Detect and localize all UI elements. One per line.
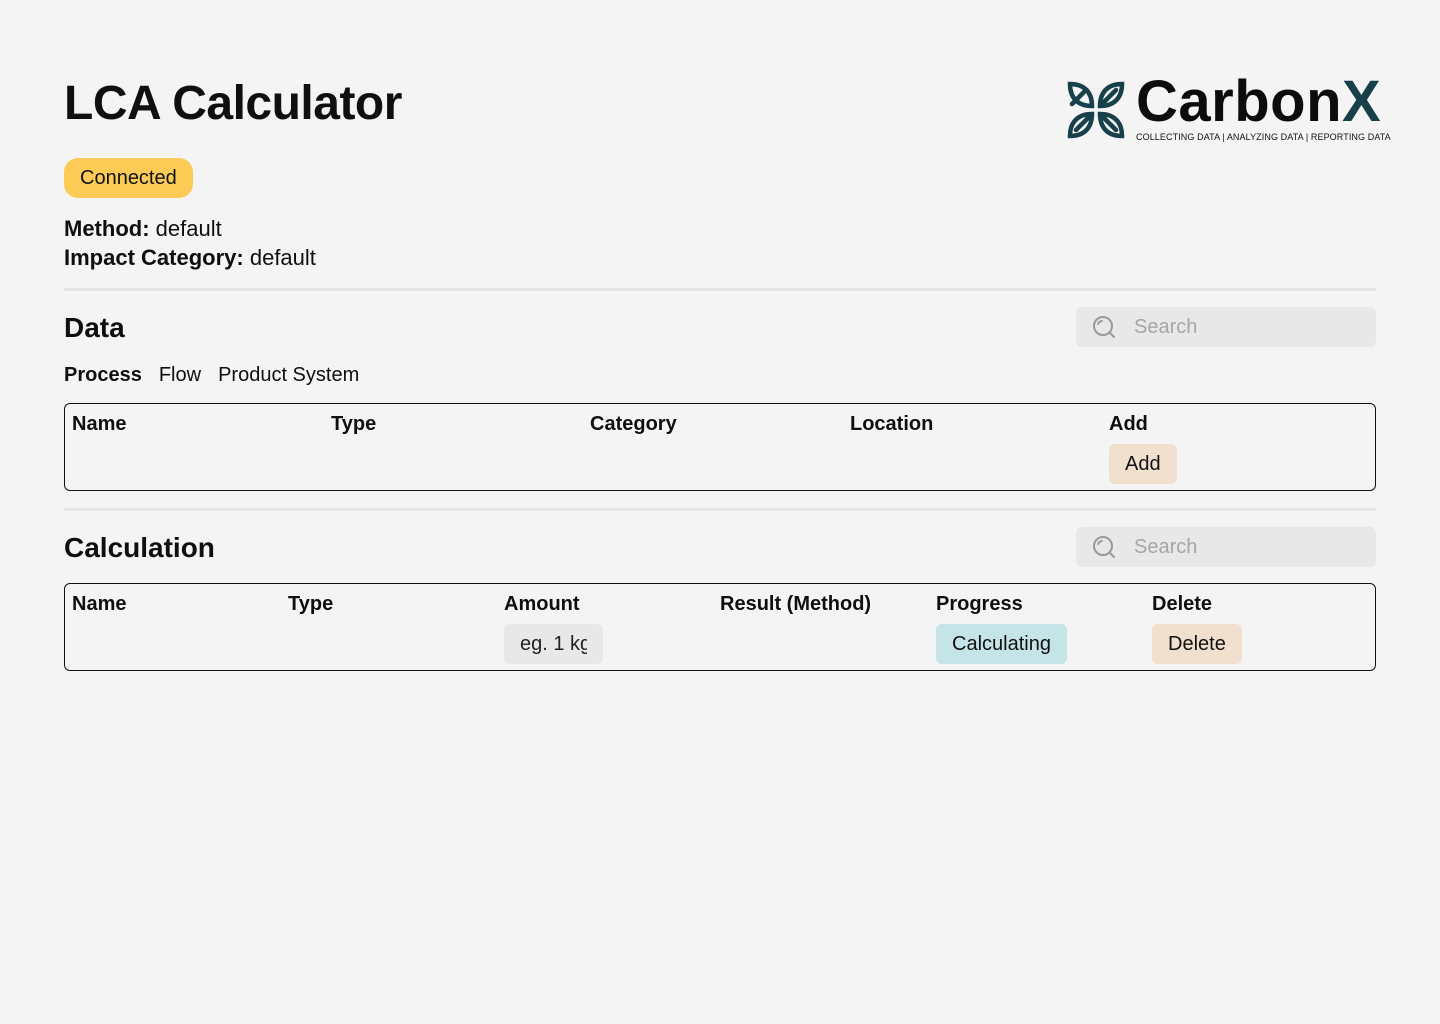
method-label: Method: xyxy=(64,216,150,241)
search-icon xyxy=(1093,536,1115,558)
column-header-delete: Delete xyxy=(1152,593,1213,615)
method-value: default xyxy=(155,216,222,241)
data-search-input[interactable] xyxy=(1132,314,1356,340)
impact-category-label: Impact Category: xyxy=(64,245,244,270)
impact-category-value: default xyxy=(249,245,316,270)
data-section-title: Data xyxy=(64,312,125,343)
add-button[interactable]: Add xyxy=(1109,444,1177,484)
tab-process[interactable]: Process xyxy=(64,363,142,387)
divider xyxy=(64,288,1376,291)
column-header-progress: Progress xyxy=(936,593,1023,615)
column-header-add: Add xyxy=(1109,413,1148,435)
delete-button[interactable]: Delete xyxy=(1152,624,1242,664)
page-title: LCA Calculator xyxy=(64,77,402,130)
method-line: Method: default xyxy=(64,215,222,243)
calculation-search[interactable] xyxy=(1076,527,1376,567)
progress-status-button[interactable]: Calculating xyxy=(936,624,1067,664)
brand-logo: CarbonX COLLECTING DATA | ANALYZING DATA… xyxy=(1066,69,1391,142)
calculation-table: Name Type Amount Result (Method) Progres… xyxy=(64,583,1376,671)
tab-flow[interactable]: Flow xyxy=(159,363,201,387)
data-tabs: Process Flow Product System xyxy=(64,363,359,387)
column-header-type: Type xyxy=(288,593,334,615)
search-icon xyxy=(1093,316,1115,338)
tab-product-system[interactable]: Product System xyxy=(218,363,359,387)
column-header-name: Name xyxy=(72,593,127,615)
column-header-location: Location xyxy=(850,413,934,435)
column-header-name: Name xyxy=(72,413,127,435)
divider xyxy=(64,508,1376,511)
calculation-search-input[interactable] xyxy=(1132,534,1356,560)
column-header-result: Result (Method) xyxy=(720,593,872,615)
calculation-section-title: Calculation xyxy=(64,532,215,563)
brand-tagline: COLLECTING DATA | ANALYZING DATA | REPOR… xyxy=(1136,132,1391,142)
data-search[interactable] xyxy=(1076,307,1376,347)
brand-wordmark: CarbonX xyxy=(1136,69,1382,134)
column-header-type: Type xyxy=(331,413,377,435)
data-table: Name Type Category Location Add Add xyxy=(64,403,1376,491)
amount-input[interactable] xyxy=(504,624,603,664)
leaf-cluster-icon xyxy=(1067,81,1125,139)
column-header-amount: Amount xyxy=(504,593,580,615)
impact-category-line: Impact Category: default xyxy=(64,244,316,272)
column-header-category: Category xyxy=(590,413,677,435)
connection-status-badge: Connected xyxy=(64,158,193,198)
